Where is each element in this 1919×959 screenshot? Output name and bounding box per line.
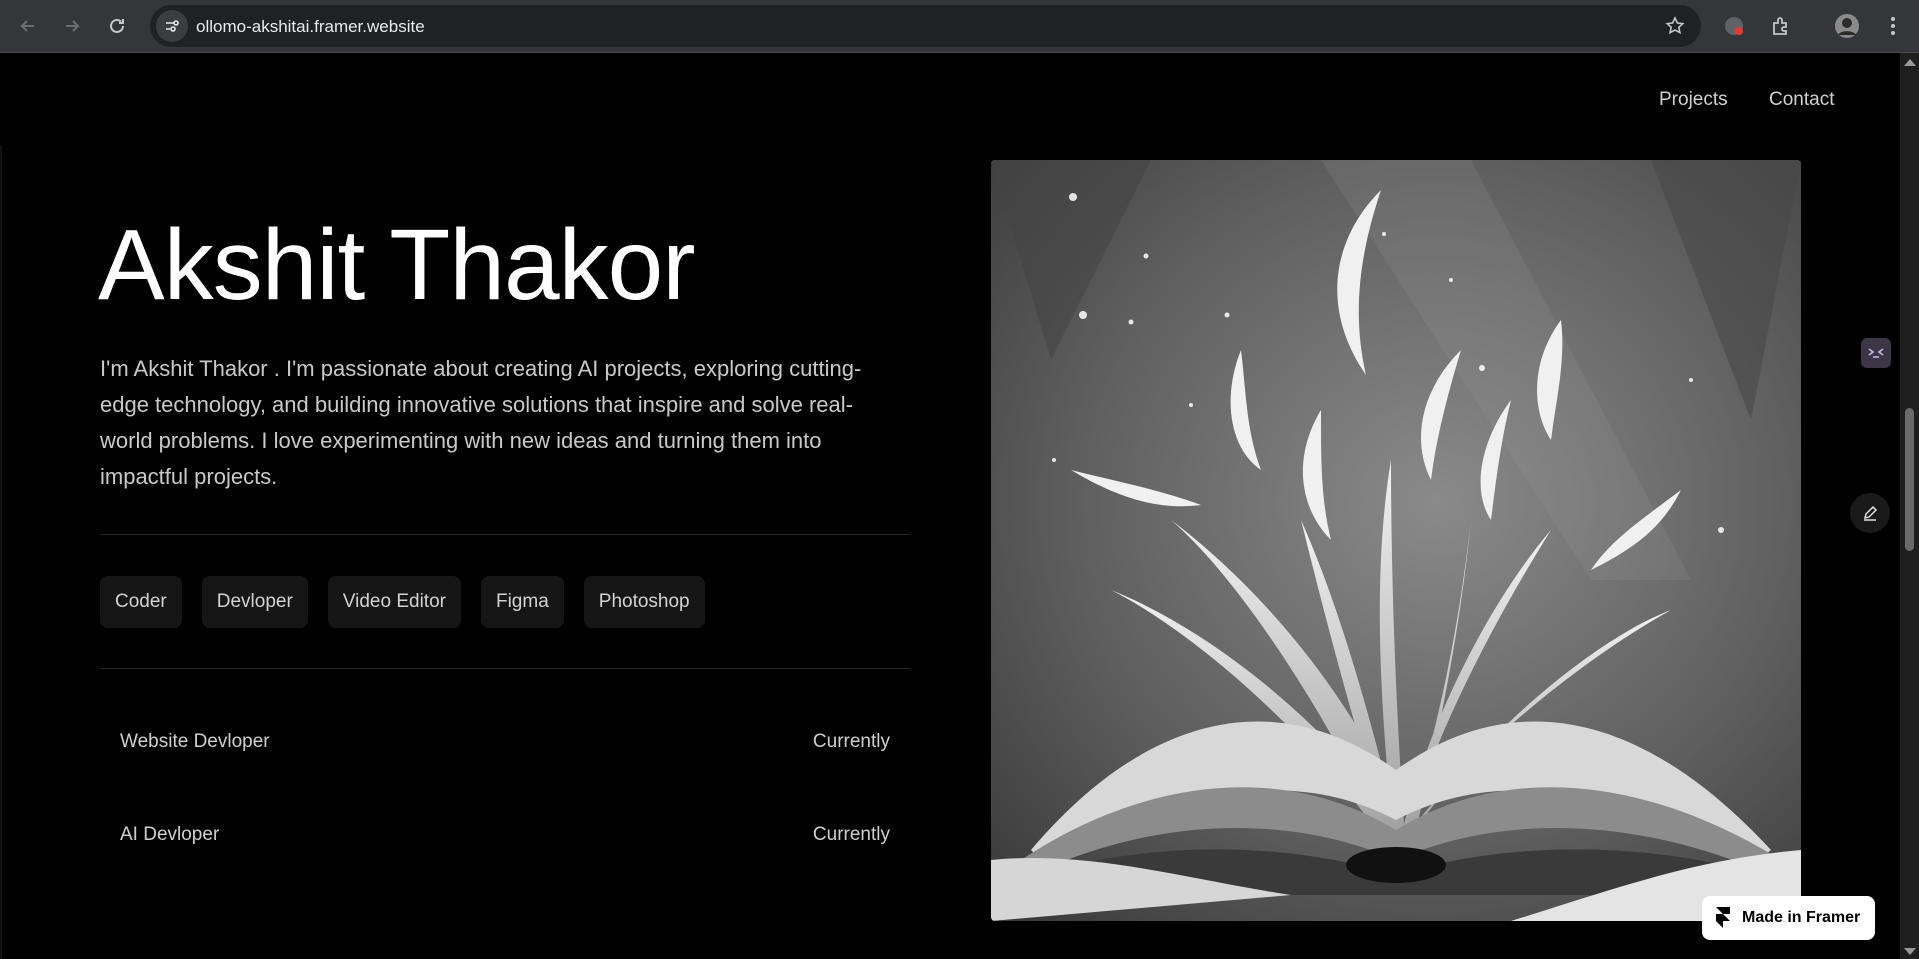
skill-tag: Photoshop [583, 576, 705, 628]
experience-period: Currently [812, 824, 890, 845]
section-divider [100, 668, 910, 669]
experience-role: Website Devloper [120, 731, 270, 752]
experience-role: AI Devloper [120, 824, 220, 845]
nav-contact-link[interactable]: Contact [1769, 89, 1834, 111]
skill-tag-list: Coder Devloper Video Editor Figma Photos… [100, 576, 705, 628]
edit-pencil-icon[interactable] [1850, 493, 1890, 533]
url-text[interactable]: ollomo-akshitai.framer.website [196, 17, 425, 37]
skill-tag: Video Editor [327, 576, 461, 628]
browser-toolbar: ollomo-akshitai.framer.website [0, 0, 1919, 53]
forward-button[interactable] [56, 10, 88, 42]
page-scrollbar[interactable] [1900, 53, 1919, 959]
site-info-icon[interactable] [156, 10, 188, 42]
made-in-framer-badge[interactable]: Made in Framer [1702, 896, 1875, 940]
bookmark-star-icon[interactable] [1663, 14, 1687, 38]
scroll-down-arrow-icon[interactable] [1904, 948, 1916, 955]
skill-tag: Coder [100, 576, 182, 628]
back-button[interactable] [12, 10, 44, 42]
left-edge-rule [0, 145, 2, 959]
extensions-puzzle-icon[interactable] [1767, 12, 1795, 40]
hero-book-illustration [991, 160, 1801, 921]
experience-period: Currently [812, 731, 890, 752]
profile-avatar[interactable] [1833, 12, 1861, 40]
nav-projects-link[interactable]: Projects [1659, 89, 1728, 111]
page-content: Projects Contact Akshit Thakor I'm Akshi… [0, 53, 1900, 959]
address-bar[interactable]: ollomo-akshitai.framer.website [150, 5, 1701, 47]
extension-icon[interactable] [1720, 12, 1748, 40]
section-divider [100, 534, 910, 535]
scrollbar-thumb[interactable] [1905, 408, 1914, 551]
skill-tag: Devloper [201, 576, 308, 628]
browser-menu-icon[interactable] [1879, 12, 1907, 40]
experience-row: AI Devloper Currently [100, 815, 910, 855]
hero-name-heading: Akshit Thakor [98, 209, 696, 321]
reload-button[interactable] [101, 10, 133, 42]
experience-row: Website Devloper Currently [100, 722, 910, 762]
assistant-widget-icon[interactable] [1861, 338, 1891, 368]
skill-tag: Figma [480, 576, 564, 628]
hero-bio-text: I'm Akshit Thakor . I'm passionate about… [100, 356, 862, 489]
framer-logo-icon [1716, 907, 1730, 928]
scroll-up-arrow-icon[interactable] [1904, 59, 1916, 66]
made-in-framer-label: Made in Framer [1742, 909, 1861, 926]
